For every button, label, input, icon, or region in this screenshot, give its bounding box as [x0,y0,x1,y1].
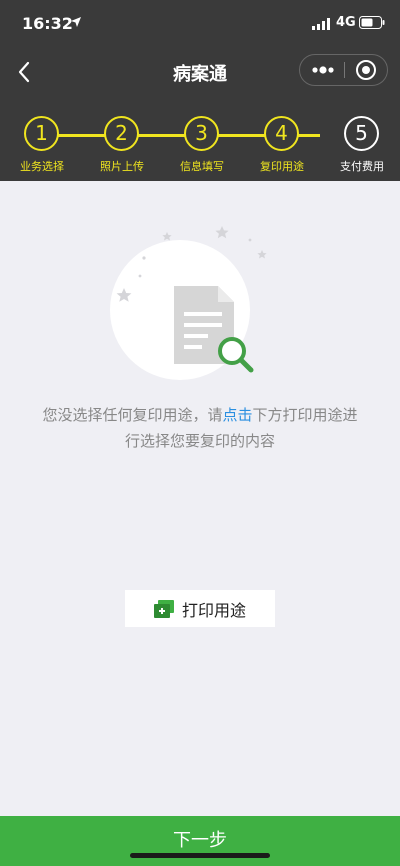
mini-program-capsule [299,54,388,86]
step-label: 复印用途 [260,160,304,173]
network-type: 4G [336,15,356,30]
location-arrow-icon [71,17,81,27]
step-circle: 4 [264,116,299,151]
more-icon[interactable] [300,55,344,85]
step-label: 业务选择 [20,160,64,173]
signal-icon [312,18,330,30]
next-step-button[interactable]: 下一步 [0,816,400,866]
step-label: 信息填写 [180,160,224,173]
message-text: 您没选择任何复印用途，请 [42,406,223,424]
step-circle: 5 [344,116,379,151]
click-link[interactable]: 点击 [222,406,252,424]
step-circle: 1 [24,116,59,151]
add-document-icon [153,599,174,618]
status-time: 16:32 [22,14,73,33]
empty-document-search-icon [110,226,267,380]
status-bar: 16:32 4G [0,0,400,48]
step-circle: 3 [184,116,219,151]
step-label: 支付费用 [340,160,384,173]
close-mini-program-icon[interactable] [345,55,387,85]
header: 16:32 4G 病案通 1 业务选择 2 照片上传 3 信息填写 4 复印用途… [0,0,400,181]
step-circle: 2 [104,116,139,151]
nav-bar: 病案通 [0,48,400,96]
print-usage-label: 打印用途 [181,600,246,620]
progress-steps: 1 业务选择 2 照片上传 3 信息填写 4 复印用途 5 支付费用 [0,96,400,181]
home-indicator [130,853,270,858]
empty-state-message: 您没选择任何复印用途，请点击下方打印用途进行选择您要复印的内容 [40,402,360,454]
print-usage-button[interactable]: 打印用途 [125,590,275,627]
battery-icon [359,16,385,29]
step-label: 照片上传 [100,160,144,173]
